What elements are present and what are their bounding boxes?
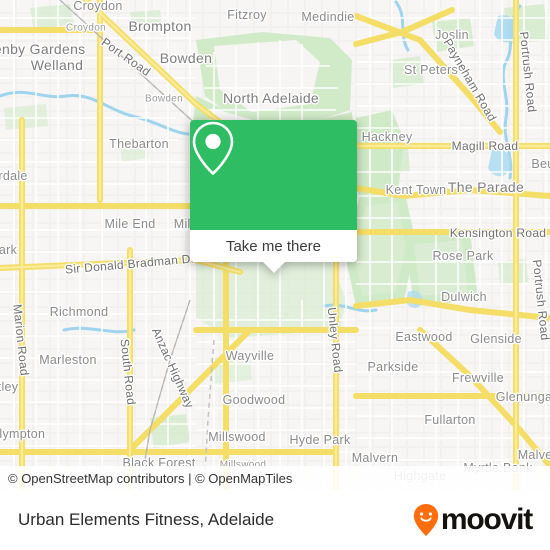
map-screenshot: Croydon Brompton Fitzroy Medindie Joslin Croy… (0, 0, 550, 550)
take-me-there-label: Take me there (225, 237, 322, 255)
map-attribution[interactable]: © OpenStreetMap contributors | © OpenMap… (0, 466, 550, 490)
page-title: Urban Elements Fitness, Adelaide (18, 510, 275, 529)
map-canvas[interactable]: Croydon Brompton Fitzroy Medindie Joslin Croy… (0, 0, 550, 490)
moovit-wordmark: moovit (440, 503, 533, 536)
popup-header (190, 120, 357, 230)
popup-tail (262, 262, 285, 273)
moovit-logo[interactable]: moovit (413, 503, 533, 537)
attribution-text: © OpenStreetMap contributors | © OpenMap… (8, 470, 293, 486)
footer-bar: Urban Elements Fitness, Adelaide moovit (0, 490, 550, 550)
take-me-there-button[interactable]: Take me there (190, 230, 357, 262)
location-popup[interactable]: Take me there (190, 120, 357, 273)
map-pin-icon (192, 121, 234, 175)
moovit-pin-icon (413, 504, 439, 536)
